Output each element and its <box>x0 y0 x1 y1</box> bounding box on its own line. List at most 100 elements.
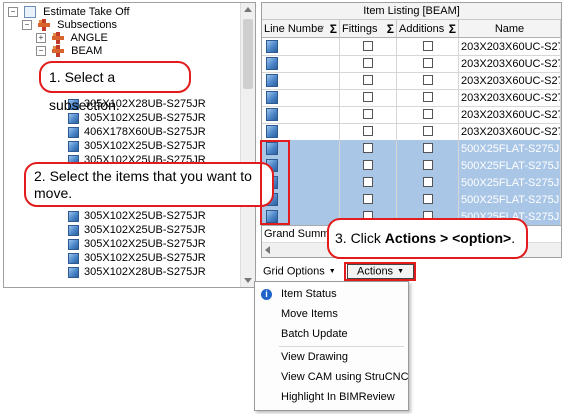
expand-icon[interactable]: + <box>36 33 46 44</box>
additions-checkbox[interactable] <box>422 75 433 85</box>
fittings-cell[interactable] <box>340 191 397 209</box>
table-row[interactable]: 203X203X60UC-S275JR <box>262 72 561 90</box>
fittings-cell[interactable] <box>340 157 397 175</box>
tree-item[interactable]: 406X178X60UB-S275JR <box>68 125 206 139</box>
additions-cell[interactable] <box>397 157 459 175</box>
menu-item-item-status[interactable]: i Item Status <box>255 285 408 303</box>
additions-cell[interactable] <box>397 106 459 124</box>
additions-checkbox[interactable] <box>422 177 433 187</box>
additions-checkbox[interactable] <box>422 41 433 51</box>
table-row[interactable]: 203X203X60UC-S275JR <box>262 123 561 141</box>
additions-checkbox[interactable] <box>422 126 433 136</box>
menu-item-move-items[interactable]: Move Items <box>255 305 408 323</box>
tree-node-angle[interactable]: + ANGLE <box>36 31 108 45</box>
menu-item-view-drawing[interactable]: View Drawing <box>255 348 408 366</box>
additions-cell[interactable] <box>397 55 459 73</box>
line-number-cell[interactable] <box>262 72 340 90</box>
fittings-cell[interactable] <box>340 174 397 192</box>
name-cell[interactable]: 500X25FLAT-S275JR <box>459 191 561 209</box>
additions-cell[interactable] <box>397 140 459 158</box>
line-number-cell[interactable] <box>262 106 340 124</box>
name-cell[interactable]: 203X203X60UC-S275JR <box>459 38 561 56</box>
table-row[interactable]: 203X203X60UC-S275JR <box>262 106 561 124</box>
tree-scroll-thumb[interactable] <box>243 19 253 89</box>
table-row[interactable]: 500X25FLAT-S275JR <box>262 140 561 158</box>
tree-scrollbar[interactable] <box>240 3 255 287</box>
tree-node-subsections[interactable]: − Subsections <box>22 18 117 32</box>
additions-checkbox[interactable] <box>422 143 433 153</box>
sigma-icon[interactable]: Σ <box>330 20 337 37</box>
additions-checkbox[interactable] <box>422 109 433 119</box>
menu-item-view-cam[interactable]: View CAM using StruCNC <box>255 368 409 386</box>
additions-checkbox[interactable] <box>422 160 433 170</box>
subsection-tree[interactable]: − Estimate Take Off − Subsections + ANGL… <box>3 2 256 288</box>
tree-item[interactable]: 305X102X25UB-S275JR <box>68 139 206 153</box>
filter-icon[interactable]: ▽ <box>318 20 324 37</box>
tree-node-root[interactable]: − Estimate Take Off <box>8 5 130 19</box>
sigma-icon[interactable]: Σ <box>387 20 394 37</box>
additions-cell[interactable] <box>397 89 459 107</box>
fittings-checkbox[interactable] <box>363 109 373 119</box>
menu-item-batch-update[interactable]: Batch Update <box>255 325 408 343</box>
scroll-up-icon[interactable] <box>244 7 252 12</box>
column-header-line-number[interactable]: Line Numbe ▽ Σ <box>262 20 340 38</box>
tree-item[interactable]: 305X102X25UB-S275JR <box>68 209 206 223</box>
fittings-checkbox[interactable] <box>363 177 373 187</box>
fittings-checkbox[interactable] <box>363 41 373 51</box>
name-cell[interactable]: 203X203X60UC-S275JR <box>459 55 561 73</box>
column-header-name[interactable]: Name <box>459 20 561 38</box>
fittings-cell[interactable] <box>340 123 397 141</box>
tree-item[interactable]: 305X102X28UB-S275JR <box>68 265 206 279</box>
additions-checkbox[interactable] <box>422 58 433 68</box>
line-number-cell[interactable] <box>262 55 340 73</box>
menu-item-highlight-bimreview[interactable]: Highlight In BIMReview <box>255 388 408 406</box>
additions-cell[interactable] <box>397 191 459 209</box>
additions-cell[interactable] <box>397 174 459 192</box>
table-row[interactable]: 203X203X60UC-S275JR <box>262 38 561 56</box>
tree-item[interactable]: 305X102X25UB-S275JR <box>68 223 206 237</box>
fittings-cell[interactable] <box>340 38 397 56</box>
table-row[interactable]: 203X203X60UC-S275JR <box>262 55 561 73</box>
fittings-checkbox[interactable] <box>363 58 373 68</box>
fittings-cell[interactable] <box>340 106 397 124</box>
additions-checkbox[interactable] <box>422 92 433 102</box>
name-cell[interactable]: 203X203X60UC-S275JR <box>459 89 561 107</box>
fittings-cell[interactable] <box>340 55 397 73</box>
table-row[interactable]: 500X25FLAT-S275JR <box>262 191 561 209</box>
fittings-checkbox[interactable] <box>363 92 373 102</box>
additions-checkbox[interactable] <box>422 194 433 204</box>
additions-cell[interactable] <box>397 123 459 141</box>
additions-cell[interactable] <box>397 38 459 56</box>
line-number-cell[interactable] <box>262 38 340 56</box>
table-row[interactable]: 500X25FLAT-S275JR <box>262 174 561 192</box>
grid-options-button[interactable]: Grid Options ▼ <box>263 264 339 279</box>
table-row[interactable]: 500X25FLAT-S275JR <box>262 157 561 175</box>
tree-node-beam[interactable]: − BEAM <box>36 44 102 58</box>
fittings-cell[interactable] <box>340 89 397 107</box>
column-header-fittings[interactable]: Fittings Σ <box>340 20 397 38</box>
tree-item[interactable]: 305X102X25UB-S275JR <box>68 251 206 265</box>
scroll-left-icon[interactable] <box>265 246 270 254</box>
name-cell[interactable]: 203X203X60UC-S275JR <box>459 106 561 124</box>
tree-item[interactable]: 305X102X25UB-S275JR <box>68 237 206 251</box>
collapse-icon[interactable]: − <box>36 46 46 57</box>
column-header-additions[interactable]: Additions Σ <box>397 20 459 38</box>
fittings-checkbox[interactable] <box>363 126 373 136</box>
sigma-icon[interactable]: Σ <box>449 20 456 37</box>
fittings-checkbox[interactable] <box>363 143 373 153</box>
line-number-cell[interactable] <box>262 89 340 107</box>
fittings-checkbox[interactable] <box>363 194 373 204</box>
additions-cell[interactable] <box>397 72 459 90</box>
fittings-cell[interactable] <box>340 72 397 90</box>
name-cell[interactable]: 203X203X60UC-S275JR <box>459 72 561 90</box>
name-cell[interactable]: 500X25FLAT-S275JR <box>459 174 561 192</box>
table-row[interactable]: 203X203X60UC-S275JR <box>262 89 561 107</box>
collapse-icon[interactable]: − <box>8 7 18 18</box>
line-number-cell[interactable] <box>262 123 340 141</box>
scroll-down-icon[interactable] <box>244 278 252 283</box>
name-cell[interactable]: 500X25FLAT-S275JR <box>459 157 561 175</box>
name-cell[interactable]: 500X25FLAT-S275JR <box>459 140 561 158</box>
fittings-checkbox[interactable] <box>363 75 373 85</box>
fittings-cell[interactable] <box>340 140 397 158</box>
fittings-checkbox[interactable] <box>363 160 373 170</box>
